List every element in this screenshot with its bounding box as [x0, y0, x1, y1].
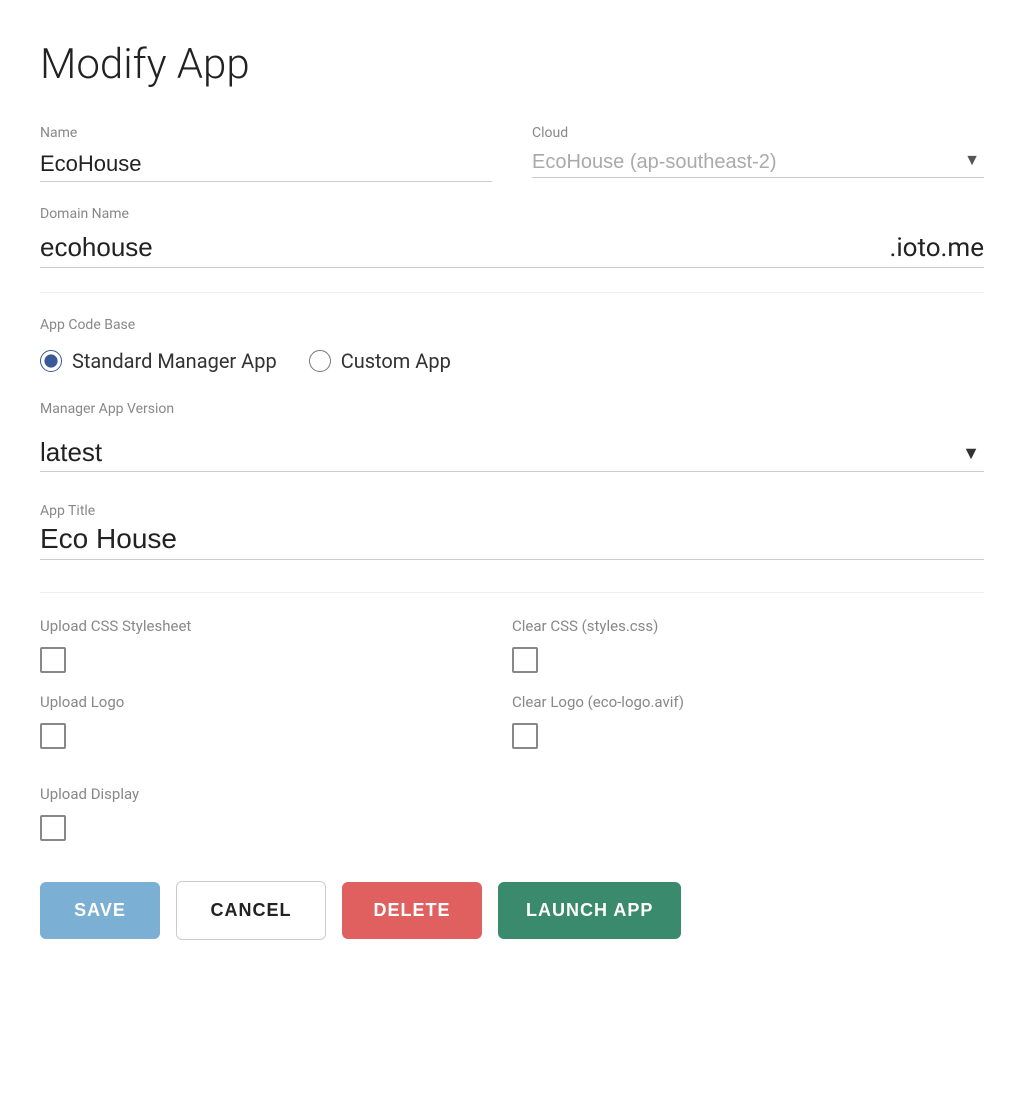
radio-custom-input[interactable]: [309, 350, 331, 372]
clear-logo-checkbox[interactable]: [512, 723, 538, 749]
radio-custom-label: Custom App: [341, 349, 451, 373]
clear-css-label: Clear CSS (styles.css): [512, 617, 984, 635]
clear-css-group: Clear CSS (styles.css): [512, 617, 984, 673]
cloud-select[interactable]: EcoHouse (ap-southeast-2): [532, 147, 984, 178]
cloud-label: Cloud: [532, 125, 984, 141]
cancel-button[interactable]: CANCEL: [176, 881, 326, 940]
domain-suffix: .ioto.me: [881, 229, 984, 267]
action-buttons: SAVE CANCEL DELETE LAUNCH APP: [40, 881, 984, 940]
radio-standard-option[interactable]: Standard Manager App: [40, 349, 277, 373]
app-title-group: App Title: [40, 500, 984, 560]
cloud-select-wrapper: EcoHouse (ap-southeast-2) ▼: [532, 147, 984, 178]
radio-custom-option[interactable]: Custom App: [309, 349, 451, 373]
app-code-base-label: App Code Base: [40, 317, 984, 333]
upload-display-checkbox[interactable]: [40, 815, 66, 841]
clear-logo-label: Clear Logo (eco-logo.avif): [512, 693, 984, 711]
checkboxes-section: Upload CSS Stylesheet Clear CSS (styles.…: [40, 617, 984, 769]
upload-logo-checkbox[interactable]: [40, 723, 66, 749]
cloud-field-group: Cloud EcoHouse (ap-southeast-2) ▼: [532, 125, 984, 182]
version-select[interactable]: latest: [40, 433, 984, 472]
clear-css-checkbox[interactable]: [512, 647, 538, 673]
domain-row: Domain Name .ioto.me: [40, 206, 984, 268]
name-label: Name: [40, 125, 492, 141]
upload-css-group: Upload CSS Stylesheet: [40, 617, 512, 673]
clear-logo-group: Clear Logo (eco-logo.avif): [512, 693, 984, 749]
name-input[interactable]: [40, 147, 492, 182]
upload-logo-group: Upload Logo: [40, 693, 512, 749]
manager-version-label: Manager App Version: [40, 401, 984, 417]
manager-version-section: Manager App Version latest ▼: [40, 401, 984, 472]
app-title-input[interactable]: [40, 519, 984, 560]
radio-standard-input[interactable]: [40, 350, 62, 372]
domain-field-group: Domain Name .ioto.me: [40, 206, 984, 268]
upload-display-section: Upload Display: [40, 785, 984, 841]
save-button[interactable]: SAVE: [40, 882, 160, 939]
domain-input[interactable]: [40, 228, 881, 267]
delete-button[interactable]: DELETE: [342, 882, 482, 939]
app-code-base-section: App Code Base Standard Manager App Custo…: [40, 317, 984, 373]
launch-app-button[interactable]: LAUNCH APP: [498, 882, 681, 939]
page-title: Modify App: [40, 40, 984, 89]
name-field-group: Name: [40, 125, 492, 182]
upload-display-label: Upload Display: [40, 785, 984, 803]
radio-standard-label: Standard Manager App: [72, 349, 277, 373]
upload-css-label: Upload CSS Stylesheet: [40, 617, 512, 635]
version-select-wrapper: latest ▼: [40, 433, 984, 472]
domain-label: Domain Name: [40, 206, 984, 222]
app-title-label: App Title: [40, 503, 95, 519]
radio-group: Standard Manager App Custom App: [40, 349, 984, 373]
upload-logo-label: Upload Logo: [40, 693, 512, 711]
upload-css-checkbox[interactable]: [40, 647, 66, 673]
upload-display-group: Upload Display: [40, 785, 984, 841]
